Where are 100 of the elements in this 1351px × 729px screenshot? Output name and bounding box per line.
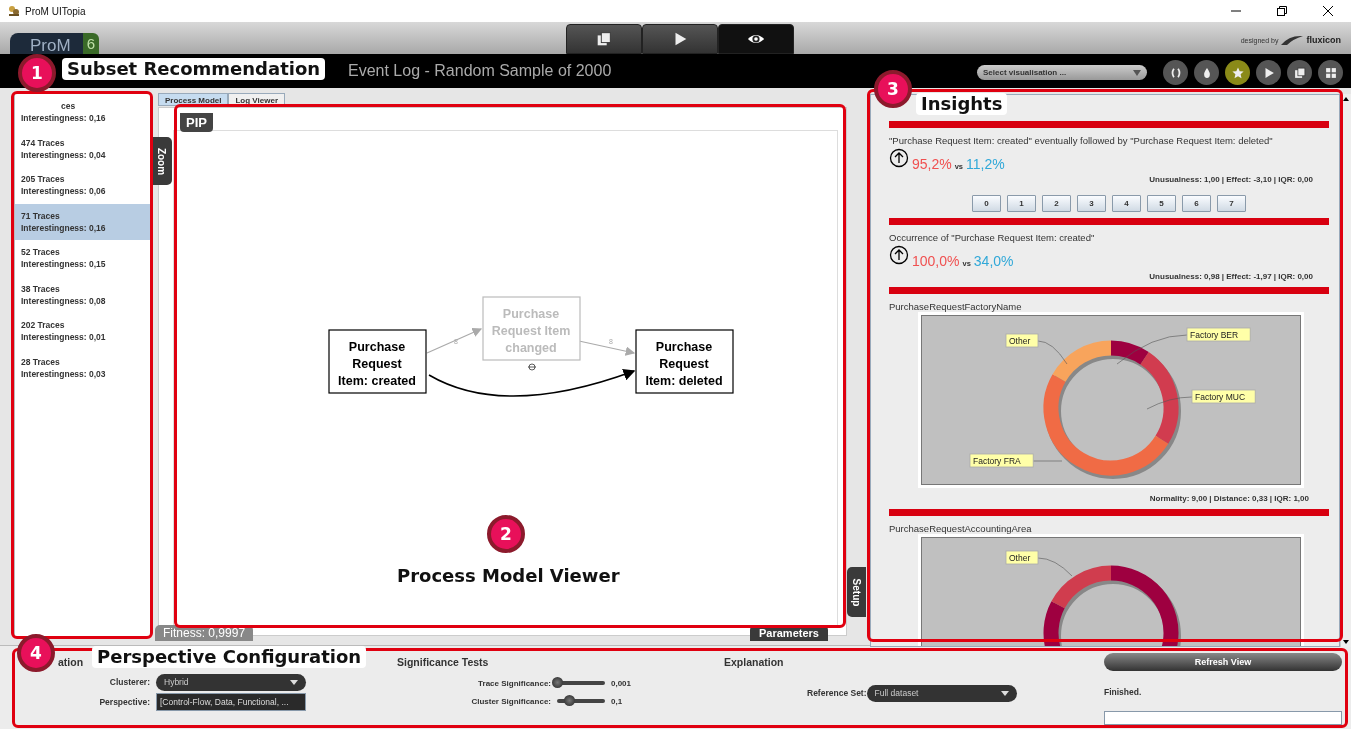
grid-icon <box>1323 65 1338 80</box>
interestingness-score: Interestingness: 0,04 <box>21 148 107 161</box>
insight-title: PurchaseRequestFactoryName <box>889 301 1023 312</box>
toolbar-button[interactable] <box>1256 60 1281 85</box>
toolbar-button[interactable] <box>1318 60 1343 85</box>
pip-button[interactable]: PIP <box>180 113 213 132</box>
view-tab[interactable] <box>642 24 718 54</box>
trace-count: 52 Traces <box>21 246 61 258</box>
section-heading: Significance Tests <box>397 656 490 670</box>
slice-label: Other <box>1005 550 1039 565</box>
subset-item[interactable]: 205 Traces Interestingness: 0,06 <box>15 167 150 204</box>
slice-label: Other <box>1005 333 1039 348</box>
section-heading: Explanation <box>723 656 785 670</box>
insight-title: PurchaseRequestAccountingArea <box>889 523 1033 534</box>
copy-icon <box>1292 65 1307 80</box>
slice-label: Factory MUC <box>1191 389 1256 404</box>
page-button[interactable]: 6 <box>1182 195 1211 212</box>
insight-title: Occurrence of "Purchase Request Item: created" <box>889 232 1096 243</box>
activity-node[interactable]: Purchase Request Item: deleted <box>635 329 734 394</box>
status-text: Finished. <box>1104 687 1143 697</box>
trace-count: 71 Traces <box>21 209 61 222</box>
activity-node[interactable]: Purchase Request Item: created <box>328 329 427 394</box>
reference-set-dropdown[interactable]: Full dataset <box>866 684 1017 702</box>
reference-value: 11,2% <box>966 156 1005 172</box>
field-label: Perspective: <box>98 697 150 707</box>
page-button[interactable]: 4 <box>1112 195 1141 212</box>
prom-logo: ProM 6 <box>10 30 370 54</box>
app-icon <box>8 5 20 17</box>
page-button[interactable]: 0 <box>972 195 1001 212</box>
edge-arrow <box>426 328 483 354</box>
annotation-label: Subset Recommendation <box>62 58 326 80</box>
leader-line <box>1116 334 1188 365</box>
reference-value: 34,0% <box>973 253 1014 269</box>
interestingness-score: Interestingness: 0,16 <box>21 112 107 124</box>
copy-icon <box>595 30 613 48</box>
trace-count: 205 Traces <box>21 173 66 185</box>
toolbar-button[interactable] <box>1163 60 1188 85</box>
edge-arrow <box>578 340 636 356</box>
interestingness-score: Interestingness: 0,06 <box>21 185 107 197</box>
subset-item[interactable]: 202 Traces Interestingness: 0,01 <box>15 313 150 350</box>
annotation-label: Perspective Configuration <box>92 646 367 668</box>
trace-count: 28 Traces <box>21 355 61 368</box>
log-title: Event Log - Random Sample of 2000 <box>348 62 612 80</box>
page-button[interactable]: 3 <box>1077 195 1106 212</box>
slice-label: Factory BER <box>1186 327 1251 342</box>
page-button[interactable]: 2 <box>1042 195 1071 212</box>
dropdown-arrow-icon <box>1000 690 1009 696</box>
dropdown-arrow-icon <box>290 679 298 685</box>
insight-stats: Normality: 9,00 | Distance: 0,33 | IQR: 1,00 <box>1148 494 1309 503</box>
interestingness-score: Interestingness: 0,08 <box>21 294 107 307</box>
subset-item[interactable]: 52 Traces Interestingness: 0,15 <box>15 240 150 277</box>
interestingness-score: Interestingness: 0,01 <box>21 331 107 343</box>
dropdown-arrow-icon <box>1133 69 1141 76</box>
trace-count: 38 Traces <box>21 282 61 295</box>
setup-tab[interactable]: Setup <box>847 567 866 617</box>
slider-thumb[interactable] <box>564 695 575 706</box>
slider-thumb[interactable] <box>552 677 563 688</box>
subset-item[interactable]: 71 Traces Interestingness: 0,16 <box>15 203 150 240</box>
arrow-up-icon <box>889 245 909 265</box>
page-button[interactable]: 5 <box>1147 195 1176 212</box>
toolbar-button[interactable] <box>1225 60 1250 85</box>
clusterer-dropdown[interactable]: Hybrid <box>156 673 306 691</box>
close-icon[interactable] <box>1323 6 1333 16</box>
insight-title: "Purchase Request Item: created" eventually followed by "Purchase Request Item: deleted" <box>889 135 1274 146</box>
refresh-button[interactable]: Refresh View <box>1104 653 1342 671</box>
subset-value: 100,0% <box>912 253 960 269</box>
field-label: Reference Set: <box>807 688 867 698</box>
page-button[interactable]: 7 <box>1217 195 1246 212</box>
slider-value: 0,001 <box>611 678 632 688</box>
leader-line <box>1146 396 1193 410</box>
leader-line <box>1037 557 1073 577</box>
brand-name: fluxicon <box>1306 35 1341 45</box>
trace-count: 202 Traces <box>21 319 66 331</box>
insight-stats: Unusualness: 1,00 | Effect: -3,10 | IQR: 0,00 <box>1148 175 1313 184</box>
zoom-tab[interactable]: Zoom <box>152 137 172 185</box>
interestingness-score: Interestingness: 0,16 <box>21 221 107 234</box>
section-heading: ation <box>58 656 84 670</box>
subset-item[interactable]: 28 Traces Interestingness: 0,03 <box>15 349 150 386</box>
annotation-label: Insights <box>916 93 1008 115</box>
interestingness-score: Interestingness: 0,03 <box>21 367 107 380</box>
toolbar-button[interactable] <box>1194 60 1219 85</box>
subset-item[interactable]: 38 Traces Interestingness: 0,08 <box>15 276 150 313</box>
view-tab[interactable] <box>566 24 642 54</box>
leader-line <box>1037 340 1068 365</box>
leader-line <box>1032 460 1063 462</box>
subset-item[interactable]: 474 Traces Interestingness: 0,04 <box>15 130 150 167</box>
subset-item[interactable]: ces Interestingness: 0,16 <box>15 94 150 131</box>
slider-value: 0,1 <box>611 696 623 706</box>
perspective-field[interactable]: [Control-Flow, Data, Functional, ... <box>156 693 306 711</box>
visualisation-dropdown[interactable]: Select visualisation ... <box>977 65 1147 80</box>
restore-icon[interactable] <box>1277 6 1287 16</box>
page-button[interactable]: 1 <box>1007 195 1036 212</box>
slice-label: Factory FRA <box>969 453 1034 468</box>
insight-stats: Unusualness: 0,98 | Effect: -1,97 | IQR: 0,00 <box>1148 272 1313 281</box>
view-tab[interactable] <box>718 24 794 54</box>
field-label: Clusterer: <box>108 677 150 687</box>
subset-value: 95,2% <box>912 156 952 172</box>
arrow-up-icon <box>889 148 909 168</box>
slider-label: Cluster Significance: <box>470 696 551 706</box>
toolbar-button[interactable] <box>1287 60 1312 85</box>
